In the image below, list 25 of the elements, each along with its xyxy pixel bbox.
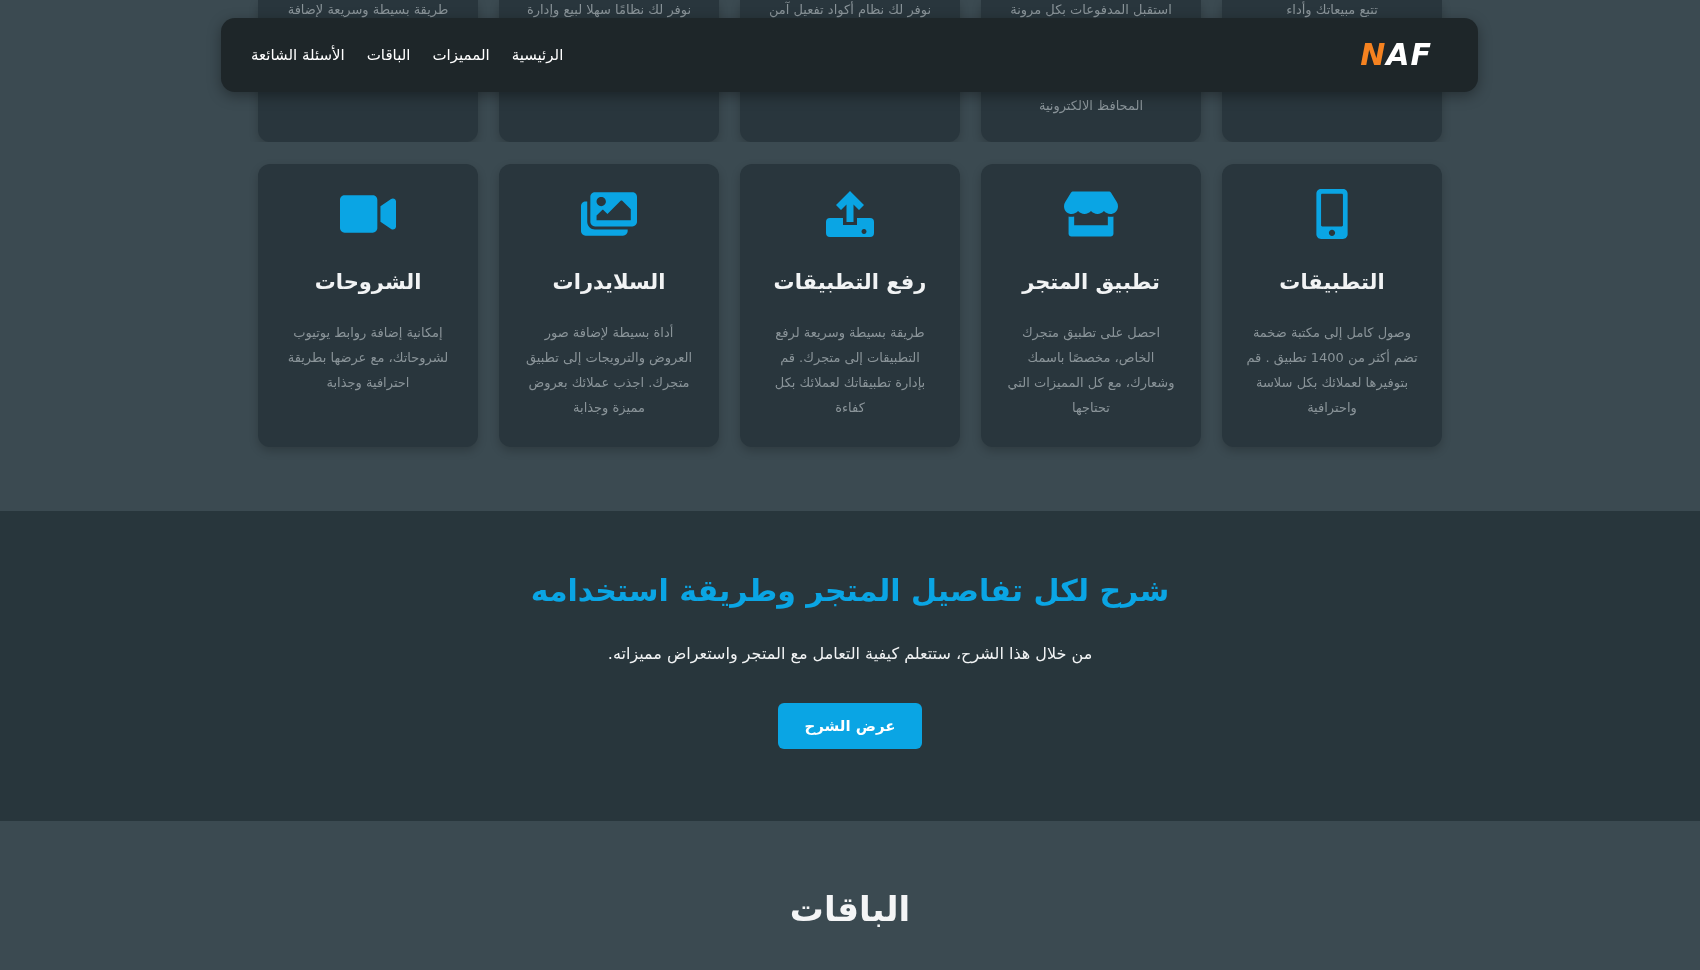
card-description: طريقة بسيطة وسريعة لإضافة <box>287 1 449 20</box>
card-description: تتبع مبيعاتك وأداء <box>1286 0 1378 20</box>
section-text: من خلال هذا الشرح، ستتعلم كيفية التعامل مع المتجر واستعراض مميزاته. <box>607 644 1093 663</box>
card-description: نوفر لك نظامًا سهلا لبيع وإدارة <box>526 1 692 20</box>
card-description: أداة بسيطة لإضافة صور العروض والترويجات إلى تطبيق متجرك. اجذب عملائك بعروض مميزة وجذابة <box>524 323 694 418</box>
card-description: طريقة بسيطة وسريعة لرفع التطبيقات إلى متجرك. قم بإدارة تطبيقاتك لعملائك بكل كفاءة <box>773 324 927 417</box>
card-title: السلايدرات <box>552 270 666 294</box>
card-description: احصل على تطبيق متجرك الخاص، مخصصًا باسمك وشعارك، مع كل المميزات التي تحتاجها <box>1006 324 1176 418</box>
section-heading: شرح لكل تفاصيل المتجر وطريقة استخدامه <box>530 573 1170 608</box>
card-description: استقبل المدفوعات بكل مرونة <box>1010 1 1172 20</box>
card-description: وصول كامل إلى مكتبة ضخمة تضم أكثر من 1400 تطبيق . قم بتوفيرها لعملائك بكل سلاسة واحترافية <box>1246 324 1418 418</box>
upload-tray-icon <box>824 188 876 240</box>
card-description: المحافظ الالكترونية <box>1038 97 1144 116</box>
card-title: تطبيق المتجر <box>1022 270 1160 294</box>
nav-link[interactable]: الأسئلة الشائعة <box>251 46 345 64</box>
nav-link[interactable]: الباقات <box>366 46 411 64</box>
logo[interactable]: NAF <box>1360 40 1432 70</box>
section-heading: الباقات <box>789 889 911 929</box>
card-description: نوفر لك نظام أكواد تفعيل آمن <box>768 0 932 20</box>
card-description: إمكانية إضافة روابط يوتيوب لشروحاتك، مع عرضها بطريقة احترافية وجذابة <box>286 324 450 393</box>
card-title: الشروحات <box>314 270 422 294</box>
nav-link[interactable]: الرئيسية <box>511 46 564 64</box>
card-title: التطبيقات <box>1279 270 1385 294</box>
nav-link[interactable]: المميزات <box>432 46 490 64</box>
card-title: رفع التطبيقات <box>773 270 927 294</box>
